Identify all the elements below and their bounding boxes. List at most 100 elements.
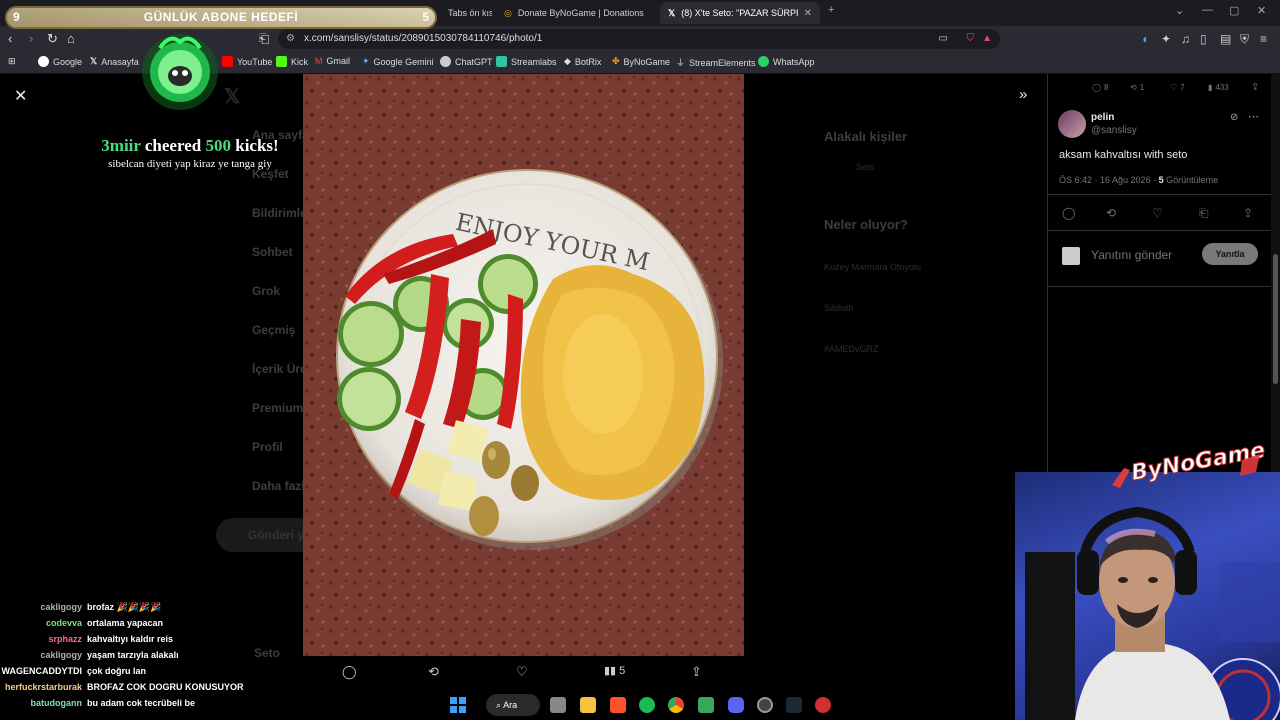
bookmark-anasayfa[interactable]: 𝕏 Anasayfa — [90, 56, 139, 67]
forward-icon[interactable]: › — [29, 31, 33, 46]
spotify-icon[interactable] — [639, 697, 655, 713]
related-user: Seto — [856, 162, 875, 172]
prev-reposts[interactable]: ⟲ 1 — [1130, 83, 1144, 92]
tab-close-icon[interactable]: ✕ — [804, 8, 812, 19]
bookmark-streamelements[interactable]: ⏚ StreamElements — [676, 56, 756, 69]
trend-item[interactable]: #AMEDvGRZ — [824, 344, 879, 354]
reply-icon[interactable]: ◯ — [1062, 206, 1075, 220]
share-icon[interactable]: ⇪ — [1251, 82, 1259, 93]
bookmark-whatsapp[interactable]: WhatsApp — [758, 56, 815, 67]
author-name[interactable]: pelin — [1091, 112, 1114, 123]
new-tab-icon[interactable]: + — [828, 4, 834, 16]
chrome-icon[interactable] — [668, 697, 684, 713]
chat-username[interactable]: herfuckrstarburak — [0, 682, 82, 692]
bookmark-google[interactable]: Google — [38, 56, 82, 67]
nav-item[interactable]: Grok — [252, 284, 280, 298]
home-icon[interactable]: ⌂ — [67, 31, 75, 46]
brave-icon[interactable] — [610, 697, 626, 713]
app-icon[interactable] — [698, 697, 714, 713]
bookmark-icon[interactable]: ⎗ — [259, 31, 269, 47]
bookmark-botrix[interactable]: ◆ BotRix — [564, 56, 601, 67]
trend-item[interactable]: Kuzey Marmara Otoyolu — [824, 262, 921, 272]
bookmark-icon[interactable]: ⎗ — [1199, 206, 1209, 221]
repost-icon[interactable]: ⟲ — [428, 664, 439, 680]
wallet-icon[interactable]: ▤ — [1220, 32, 1231, 46]
browser-tab-active[interactable]: 𝕏 (8) X'te Seto: "PAZAR SÜRPRİZİ ✕ — [660, 2, 820, 24]
grok-icon[interactable]: ⊘ — [1230, 112, 1238, 123]
close-window-icon[interactable]: ✕ — [1257, 4, 1266, 17]
chat-username[interactable]: batudogann — [0, 698, 83, 708]
bookmark-gmail[interactable]: M Gmail — [315, 56, 350, 66]
file-explorer-icon[interactable] — [580, 697, 596, 713]
back-icon[interactable]: ‹ — [8, 31, 12, 46]
avatar[interactable] — [1058, 110, 1086, 138]
address-bar[interactable]: ⚙ x.com/sanslisy/status/2089015030784110… — [278, 29, 1000, 49]
like-icon[interactable]: ♡ — [516, 664, 528, 680]
discord-icon[interactable] — [728, 697, 744, 713]
tweet-photo[interactable]: ENJOY YOUR M — [303, 74, 744, 656]
windows-start-icon[interactable] — [450, 697, 466, 713]
chat-username[interactable]: cakligogy — [0, 602, 82, 612]
bookmark-youtube[interactable]: YouTube — [222, 56, 272, 67]
close-modal-icon[interactable]: ✕ — [14, 86, 27, 106]
tab-list-icon[interactable]: ⌄ — [1175, 4, 1184, 17]
task-view-icon[interactable] — [550, 697, 566, 713]
obs-icon[interactable] — [757, 697, 773, 713]
media-player-icon[interactable] — [815, 697, 831, 713]
sidebar-icon[interactable]: ▯ — [1200, 32, 1207, 46]
food-photo: ENJOY YOUR M — [303, 74, 744, 656]
scrollbar-thumb[interactable] — [1273, 254, 1278, 384]
share-icon[interactable]: ⇪ — [1243, 206, 1253, 220]
bookmark-kick[interactable]: Kick — [276, 56, 308, 67]
reply-button[interactable]: Yanıtla — [1202, 243, 1258, 265]
sound-icon[interactable]: ◖ — [1141, 32, 1148, 46]
author-handle[interactable]: @sanslisy — [1091, 125, 1137, 136]
taskbar-search[interactable]: ⌕ Ara — [486, 694, 540, 716]
maximize-icon[interactable]: ▢ — [1229, 4, 1239, 17]
streamlabs-icon — [496, 56, 507, 67]
cast-icon[interactable]: ▭ — [939, 29, 948, 49]
bookmark-gemini[interactable]: ✦ Google Gemini — [362, 56, 434, 67]
reply-input[interactable]: Yanıtını gönder — [1091, 248, 1172, 262]
browser-tab[interactable]: ◎ Donate ByNoGame | Donations — [496, 2, 656, 24]
minimize-icon[interactable]: — — [1202, 4, 1213, 16]
browser-tab[interactable]: Tabs ön kısmı için en — [440, 2, 492, 24]
nav-item[interactable]: Geçmiş — [252, 323, 295, 337]
vpn-icon[interactable]: ⛨ — [1240, 32, 1249, 47]
bookmark-label: Kick — [291, 56, 309, 67]
timestamp[interactable]: ÖS 6:42 · 16 Ağu 2026 · — [1059, 175, 1156, 185]
nav-item[interactable]: İçerik Üret — [252, 362, 311, 376]
reload-icon[interactable]: ↻ — [47, 31, 58, 47]
bookmark-bynogame[interactable]: ✤ ByNoGame — [612, 56, 670, 67]
bookmark-chatgpt[interactable]: ChatGPT — [440, 56, 493, 67]
site-info-icon[interactable]: ⚙ — [286, 29, 295, 49]
share-icon[interactable]: ⇪ — [691, 664, 702, 680]
prev-replies[interactable]: ◯ 8 — [1092, 83, 1108, 92]
rewards-icon[interactable]: ▲ — [982, 29, 992, 49]
prev-likes[interactable]: ♡ 7 — [1170, 83, 1185, 92]
apps-grid-icon[interactable]: ⊞ — [8, 56, 16, 67]
brave-shield-icon[interactable]: ⛉ — [967, 29, 975, 49]
post-button[interactable]: Gönderi yayınla — [216, 518, 338, 552]
bookmark-streamlabs[interactable]: Streamlabs — [496, 56, 557, 67]
repost-icon[interactable]: ⟲ — [1106, 206, 1116, 220]
chat-username[interactable]: WAGENCADDYTDI — [0, 666, 83, 676]
chat-username[interactable]: srphazz — [0, 634, 82, 644]
menu-icon[interactable]: ≡ — [1260, 32, 1267, 46]
nav-item[interactable]: Premium — [252, 401, 303, 415]
expand-panel-icon[interactable]: » — [1019, 86, 1027, 103]
like-icon[interactable]: ♡ — [1152, 206, 1163, 220]
chat-text: BROFAZ COK DOGRU KONUSUYOR — [87, 682, 244, 692]
music-icon[interactable]: ♫ — [1181, 32, 1190, 46]
trend-item[interactable]: Sibiloth — [824, 303, 854, 313]
more-icon[interactable]: ⋯ — [1248, 110, 1259, 123]
nav-item[interactable]: Sohbet — [252, 245, 293, 259]
views-stat[interactable]: ▮▮ 5 — [604, 664, 625, 677]
reply-icon[interactable]: ◯ — [342, 664, 357, 680]
chat-username[interactable]: cakligogy — [0, 650, 82, 660]
nav-item[interactable]: Profil — [252, 440, 283, 454]
steam-icon[interactable] — [786, 697, 802, 713]
prev-views[interactable]: ▮ 433 — [1208, 83, 1229, 92]
chat-username[interactable]: codevva — [0, 618, 82, 628]
extensions-icon[interactable]: ✦ — [1161, 32, 1171, 46]
